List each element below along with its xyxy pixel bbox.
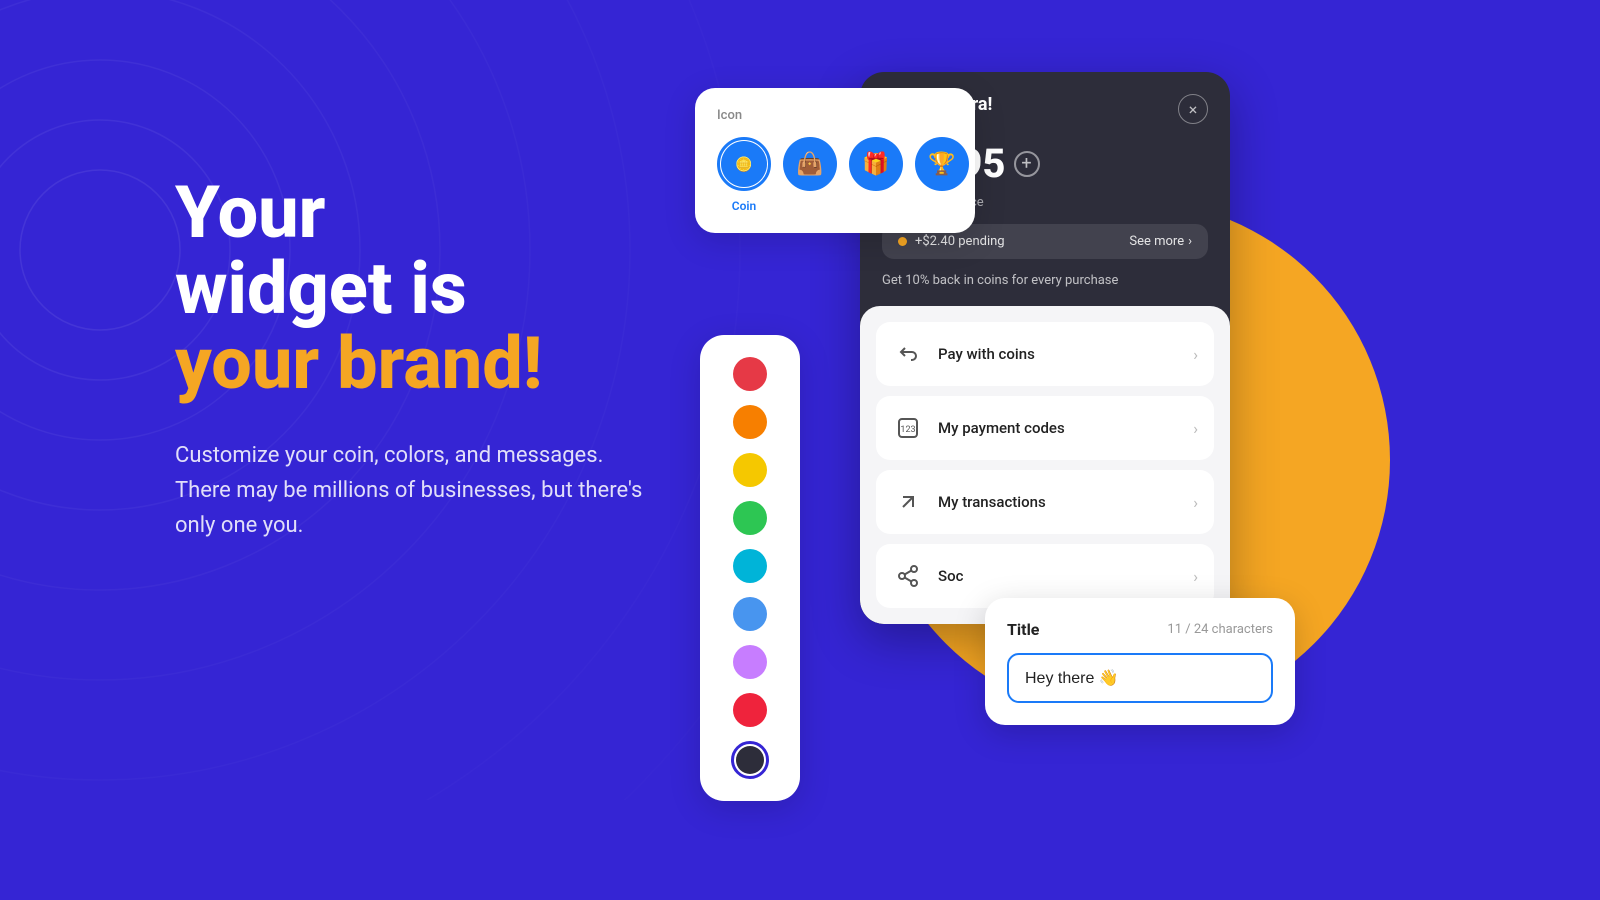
- color-picker-card: [700, 335, 800, 801]
- menu-item-payment-codes[interactable]: 123 My payment codes ›: [876, 396, 1214, 460]
- svg-text:🪙: 🪙: [735, 156, 752, 173]
- chevron-right-icon: ›: [1193, 345, 1198, 364]
- coin-label: Coin: [732, 199, 756, 213]
- bag-icon: 👜: [783, 137, 837, 191]
- coin-icon: 🪙: [721, 141, 767, 187]
- color-purple[interactable]: [733, 645, 767, 679]
- icon-option-trophy[interactable]: 🏆: [915, 137, 969, 213]
- color-teal[interactable]: [733, 549, 767, 583]
- menu-item-transactions[interactable]: My transactions ›: [876, 470, 1214, 534]
- icon-selector-card: Icon 🪙 Coin 👜 🎁 🏆: [695, 88, 975, 233]
- color-pink[interactable]: [733, 693, 767, 727]
- icon-row: 🪙 Coin 👜 🎁 🏆: [717, 137, 953, 213]
- char-count: 11 / 24 characters: [1167, 622, 1273, 637]
- icon-option-coin[interactable]: 🪙 Coin: [717, 137, 771, 213]
- icon-option-bag[interactable]: 👜: [783, 137, 837, 213]
- icon-selector-label: Icon: [717, 108, 953, 123]
- color-dark-selected[interactable]: [731, 741, 769, 779]
- social-icon: [892, 560, 924, 592]
- trophy-icon: 🏆: [915, 137, 969, 191]
- add-balance-button[interactable]: +: [1014, 151, 1040, 177]
- pay-coins-icon: [892, 338, 924, 370]
- chevron-right-icon-2: ›: [1193, 419, 1198, 438]
- color-blue[interactable]: [733, 597, 767, 631]
- menu-label-social: Soc: [938, 567, 963, 585]
- title-card-header: Title 11 / 24 characters: [1007, 620, 1273, 639]
- chevron-right-icon-3: ›: [1193, 493, 1198, 512]
- headline-brand: your brand!: [175, 326, 655, 402]
- left-content: Your widget is your brand! Customize you…: [175, 175, 655, 543]
- pending-dot: [898, 237, 907, 246]
- color-yellow[interactable]: [733, 453, 767, 487]
- menu-label-payment-codes: My payment codes: [938, 419, 1065, 437]
- payment-codes-icon: 123: [892, 412, 924, 444]
- title-input-card: Title 11 / 24 characters: [985, 598, 1295, 725]
- pending-text: +$2.40 pending: [915, 234, 1005, 249]
- chevron-right-icon-4: ›: [1193, 567, 1198, 586]
- menu-label-pay-coins: Pay with coins: [938, 345, 1035, 363]
- svg-text:123: 123: [900, 425, 915, 435]
- color-red[interactable]: [733, 357, 767, 391]
- pending-info: +$2.40 pending: [898, 234, 1005, 249]
- subtext: Customize your coin, colors, and message…: [175, 438, 655, 544]
- promo-text: Get 10% back in coins for every purchase: [860, 273, 1230, 306]
- icon-option-gift[interactable]: 🎁: [849, 137, 903, 213]
- widget-menu: Pay with coins › 123 My payment codes › …: [860, 306, 1230, 624]
- title-label: Title: [1007, 620, 1039, 639]
- close-button[interactable]: ×: [1178, 94, 1208, 124]
- see-more-button[interactable]: See more ›: [1129, 234, 1192, 249]
- menu-label-transactions: My transactions: [938, 493, 1046, 511]
- color-orange[interactable]: [733, 405, 767, 439]
- title-input[interactable]: [1007, 653, 1273, 703]
- color-green[interactable]: [733, 501, 767, 535]
- transactions-icon: [892, 486, 924, 518]
- menu-item-pay-coins[interactable]: Pay with coins ›: [876, 322, 1214, 386]
- gift-icon: 🎁: [849, 137, 903, 191]
- headline-line1: Your widget is: [175, 175, 655, 326]
